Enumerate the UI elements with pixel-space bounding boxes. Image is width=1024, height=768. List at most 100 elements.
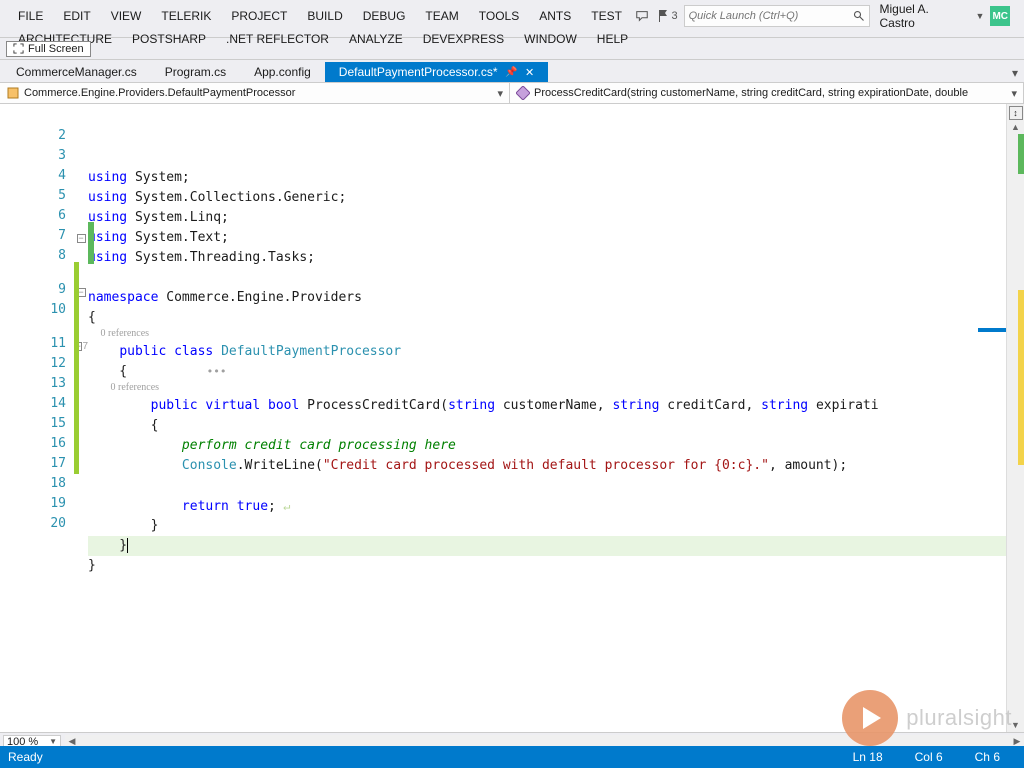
chevron-down-icon: ▾	[497, 87, 503, 100]
chevron-down-icon[interactable]: ▼	[976, 11, 985, 21]
code-line[interactable]: public class DefaultPaymentProcessor	[88, 342, 1006, 362]
tab-programcs[interactable]: Program.cs	[151, 62, 240, 82]
code-line[interactable]	[88, 476, 1006, 496]
line-number: 15	[0, 416, 74, 436]
code-line[interactable]: 0 references	[88, 382, 1006, 396]
menu-telerik[interactable]: TELERIK	[151, 7, 221, 25]
line-number: 19	[0, 496, 74, 516]
navigation-bar: Commerce.Engine.Providers.DefaultPayment…	[0, 82, 1024, 104]
type-navigator[interactable]: Commerce.Engine.Providers.DefaultPayment…	[0, 83, 510, 103]
menu-edit[interactable]: EDIT	[53, 7, 100, 25]
line-number: 5	[0, 188, 74, 208]
tab-defaultpaymentprocessorcs[interactable]: DefaultPaymentProcessor.cs*📌✕	[325, 62, 548, 82]
line-number: 14	[0, 396, 74, 416]
watermark: pluralsight	[842, 690, 1012, 746]
code-line[interactable]: using System.Threading.Tasks;	[88, 248, 1006, 268]
code-editor[interactable]: 234567891011121314151617181920 −−− 7 usi…	[0, 104, 1024, 732]
code-line[interactable]: return true; ↵	[88, 496, 1006, 516]
text-caret	[127, 538, 128, 553]
line-number: 13	[0, 376, 74, 396]
line-number: 4	[0, 168, 74, 188]
line-number	[0, 108, 74, 128]
menu-tools[interactable]: TOOLS	[469, 7, 529, 25]
code-line[interactable]: using System.Text;	[88, 228, 1006, 248]
line-number: 17	[0, 456, 74, 476]
menu-devexpress[interactable]: DEVEXPRESS	[413, 30, 514, 48]
split-handle[interactable]: ↕	[1009, 106, 1023, 120]
tab-appconfig[interactable]: App.config	[240, 62, 325, 82]
code-line[interactable]	[88, 268, 1006, 288]
line-number	[0, 268, 74, 282]
line-number: 7	[0, 228, 74, 248]
code-line[interactable]: using System.Collections.Generic;	[88, 188, 1006, 208]
brand-text: pluralsight	[906, 705, 1012, 731]
feedback-icon[interactable]	[632, 7, 652, 25]
member-navigator-text: ProcessCreditCard(string customerName, s…	[534, 87, 968, 99]
menu-test[interactable]: TEST	[581, 7, 632, 25]
code-line[interactable]: using System;	[88, 168, 1006, 188]
code-line[interactable]: }	[88, 516, 1006, 536]
code-line[interactable]: }	[88, 536, 1006, 556]
code-line[interactable]: using System.Linq;	[88, 208, 1006, 228]
code-line[interactable]: Console.WriteLine("Credit card processed…	[88, 456, 1006, 476]
code-line[interactable]: {	[88, 416, 1006, 436]
code-line[interactable]: }	[88, 556, 1006, 576]
full-screen-label: Full Screen	[28, 43, 84, 55]
line-number	[0, 322, 74, 336]
vertical-scrollbar[interactable]: ↕ ▲ ▼	[1006, 104, 1024, 732]
status-ready: Ready	[8, 750, 43, 764]
line-number: 3	[0, 148, 74, 168]
search-icon	[853, 10, 865, 22]
close-icon[interactable]: ✕	[526, 68, 534, 76]
code-line[interactable]: {	[88, 308, 1006, 328]
line-number: 18	[0, 476, 74, 496]
menu-team[interactable]: TEAM	[415, 7, 468, 25]
line-number: 6	[0, 208, 74, 228]
fold-toggle[interactable]: −	[77, 234, 86, 243]
menu-window[interactable]: WINDOW	[514, 30, 587, 48]
tabs-overflow-button[interactable]: ▾	[1006, 64, 1024, 82]
code-line[interactable]: perform credit card processing here	[88, 436, 1006, 456]
code-line[interactable]: 0 references	[88, 328, 1006, 342]
code-line[interactable]: public virtual bool ProcessCreditCard(st…	[88, 396, 1006, 416]
line-number: 10	[0, 302, 74, 322]
menu-build[interactable]: BUILD	[297, 7, 352, 25]
code-line[interactable]	[88, 576, 1006, 596]
code-line[interactable]: { •••	[88, 362, 1006, 382]
tab-label: CommerceManager.cs	[16, 65, 137, 79]
line-number: 12	[0, 356, 74, 376]
code-surface[interactable]: using System;using System.Collections.Ge…	[88, 104, 1006, 732]
pin-icon[interactable]: 📌	[508, 68, 516, 76]
line-number: 8	[0, 248, 74, 268]
quick-launch-box[interactable]	[684, 5, 870, 27]
code-line[interactable]: namespace Commerce.Engine.Providers	[88, 288, 1006, 308]
quick-launch-input[interactable]	[689, 10, 849, 22]
member-navigator[interactable]: ProcessCreditCard(string customerName, s…	[510, 83, 1024, 103]
status-char: Ch 6	[959, 750, 1016, 764]
codelens-references[interactable]: 0 references	[88, 327, 149, 341]
menu-project[interactable]: PROJECT	[221, 7, 297, 25]
notifications-flag[interactable]: 3	[657, 9, 677, 23]
menu-postsharp[interactable]: POSTSHARP	[122, 30, 216, 48]
menu-debug[interactable]: DEBUG	[353, 7, 416, 25]
menu-analyze[interactable]: ANALYZE	[339, 30, 413, 48]
fullscreen-icon	[13, 43, 24, 54]
scroll-up-arrow[interactable]: ▲	[1007, 122, 1024, 132]
class-icon	[6, 86, 20, 100]
user-avatar-badge[interactable]: MC	[990, 6, 1010, 26]
menu-help[interactable]: HELP	[587, 30, 638, 48]
status-bar: Ready Ln 18 Col 6 Ch 6	[0, 746, 1024, 768]
document-tabs: CommerceManager.csProgram.csApp.configDe…	[0, 60, 1024, 82]
main-menu-bar: FILEEDITVIEWTELERIKPROJECTBUILDDEBUGTEAM…	[0, 0, 1024, 38]
menu-ants[interactable]: ANTS	[529, 7, 581, 25]
chevron-down-icon: ▼	[49, 737, 57, 746]
menu-view[interactable]: VIEW	[101, 7, 152, 25]
menu-file[interactable]: FILE	[8, 7, 53, 25]
full-screen-button[interactable]: Full Screen	[6, 41, 91, 57]
tab-commercemanagercs[interactable]: CommerceManager.cs	[2, 62, 151, 82]
signed-in-user[interactable]: Miguel A. Castro	[876, 2, 970, 30]
menu--net-reflector[interactable]: .NET REFLECTOR	[216, 30, 339, 48]
codelens-references[interactable]: 0 references	[88, 381, 159, 395]
chevron-down-icon: ▾	[1011, 87, 1017, 100]
status-line: Ln 18	[837, 750, 899, 764]
